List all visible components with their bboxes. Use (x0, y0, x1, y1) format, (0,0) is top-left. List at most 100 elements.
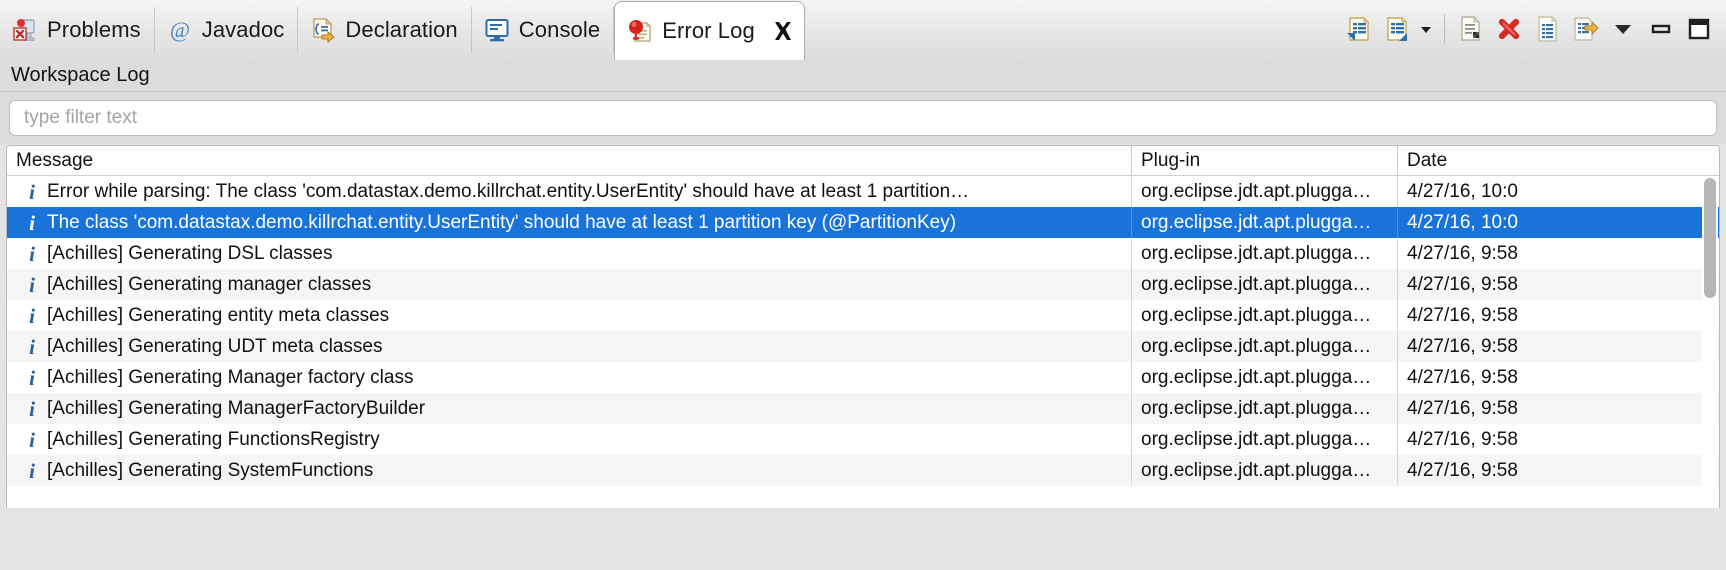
svg-text:@: @ (170, 17, 190, 42)
minimize-button[interactable] (1642, 10, 1680, 48)
vertical-scrollbar[interactable] (1702, 176, 1718, 541)
column-header-label: Plug-in (1141, 149, 1201, 171)
cell-date: 4/27/16, 10:0 (1397, 207, 1697, 238)
cell-message: [Achilles] Generating manager classes (47, 273, 372, 295)
close-icon[interactable] (772, 20, 794, 42)
cell-plugin: org.eclipse.jdt.apt.plugga… (1131, 300, 1397, 331)
cell-date: 4/27/16, 9:58 (1397, 269, 1697, 300)
restore-log-button[interactable] (1566, 10, 1604, 48)
cell-plugin: org.eclipse.jdt.apt.plugga… (1131, 424, 1397, 455)
toolbar-separator (1444, 14, 1445, 44)
column-header-label: Date (1407, 149, 1448, 171)
maximize-button[interactable] (1680, 10, 1718, 48)
tab-label: Declaration (345, 17, 458, 42)
column-date[interactable]: Date (1397, 146, 1719, 175)
cell-message: Error while parsing: The class 'com.data… (47, 180, 970, 202)
cell-plugin: org.eclipse.jdt.apt.plugga… (1131, 176, 1397, 207)
table-row[interactable]: i [Achilles] Generating SystemFunctions or… (7, 455, 1719, 486)
cell-message: [Achilles] Generating SystemFunctions (47, 459, 374, 481)
clear-log-viewer-icon (1456, 14, 1486, 44)
cell-date: 4/27/16, 9:58 (1397, 455, 1697, 486)
log-table: Message Plug-in Date i Error while parsing:… (6, 145, 1720, 563)
table-header: Message Plug-in Date (7, 146, 1719, 176)
error-log-view: Problems @ Javadoc Declaration Console Error … (0, 0, 1726, 570)
page-title: Workspace Log (11, 63, 150, 86)
minimize-icon (1650, 18, 1672, 40)
tab-label: Problems (47, 17, 141, 42)
cell-date: 4/27/16, 9:58 (1397, 424, 1697, 455)
table-row[interactable]: i [Achilles] Generating Manager factory c… (7, 362, 1719, 393)
cell-message: [Achilles] Generating entity meta classe… (47, 304, 390, 326)
error-log-icon (627, 18, 653, 44)
cell-message: [Achilles] Generating ManagerFactoryBuil… (47, 397, 426, 419)
cell-message: [Achilles] Generating UDT meta classes (47, 335, 383, 357)
tab-label: Console (518, 17, 601, 42)
cell-message: [Achilles] Generating DSL classes (47, 242, 333, 264)
form-header: Workspace Log (0, 59, 1726, 92)
export-log-button[interactable] (1339, 10, 1377, 48)
table-row[interactable]: i [Achilles] Generating ManagerFactoryBui… (7, 393, 1719, 424)
vertical-scrollbar-thumb[interactable] (1704, 178, 1716, 298)
export-log-icon (1343, 14, 1373, 44)
import-log-button[interactable] (1377, 10, 1415, 48)
declaration-icon (310, 17, 336, 43)
view-toolbar (1339, 0, 1718, 58)
table-row[interactable]: i [Achilles] Generating manager classes or… (7, 269, 1719, 300)
import-log-icon (1381, 14, 1411, 44)
cell-plugin: org.eclipse.jdt.apt.plugga… (1131, 331, 1397, 362)
view-menu-button[interactable] (1604, 10, 1642, 48)
console-icon (484, 17, 510, 43)
error-log-body: Workspace Log Message Plug-in Date iError … (0, 59, 1726, 570)
table-body: i Error while parsing: The class 'com.dat… (7, 176, 1719, 541)
filter-bar (0, 92, 1726, 144)
delete-log-icon (1494, 14, 1524, 44)
column-header-label: Message (16, 149, 94, 171)
cell-plugin: org.eclipse.jdt.apt.plugga… (1131, 238, 1397, 269)
horizontal-scrollbar[interactable] (7, 540, 1719, 562)
view-tab-bar: Problems @ Javadoc Declaration Console Error … (0, 0, 1726, 60)
table-row[interactable]: i Error while parsing: The class 'com.dat… (7, 176, 1719, 207)
cell-date: 4/27/16, 10:0 (1397, 176, 1697, 207)
cell-plugin: org.eclipse.jdt.apt.plugga… (1131, 455, 1397, 486)
table-row[interactable]: i [Achilles] Generating FunctionsRegistry… (7, 424, 1719, 455)
cell-message: The class 'com.datastax.demo.killrchat.e… (47, 211, 957, 233)
search-input[interactable] (9, 100, 1717, 136)
open-log-icon (1532, 14, 1562, 44)
cell-plugin: org.eclipse.jdt.apt.plugga… (1131, 362, 1397, 393)
column-message[interactable]: Message (7, 146, 1131, 175)
chevron-down-icon (1419, 22, 1433, 36)
clear-log-viewer-button[interactable] (1452, 10, 1490, 48)
cell-plugin: org.eclipse.jdt.apt.plugga… (1131, 269, 1397, 300)
view-menu-icon (1612, 18, 1634, 40)
cell-plugin: org.eclipse.jdt.apt.plugga… (1131, 393, 1397, 424)
cell-date: 4/27/16, 9:58 (1397, 238, 1697, 269)
table-row[interactable]: i [Achilles] Generating entity meta class… (7, 300, 1719, 331)
cell-date: 4/27/16, 9:58 (1397, 300, 1697, 331)
tab-console[interactable]: Console (472, 7, 615, 53)
tab-strip: Problems @ Javadoc Declaration Console Error … (0, 0, 805, 60)
maximize-icon (1687, 17, 1711, 41)
tab-javadoc[interactable]: @ Javadoc (155, 7, 299, 53)
tab-problems[interactable]: Problems (0, 7, 155, 53)
problems-icon (12, 17, 38, 43)
cell-date: 4/27/16, 9:58 (1397, 331, 1697, 362)
horizontal-scrollbar-thumb[interactable] (12, 546, 1688, 558)
tab-error-log[interactable]: Error Log (614, 1, 805, 60)
restore-log-icon (1570, 14, 1600, 44)
table-row[interactable]: i [Achilles] Generating UDT meta classes o… (7, 331, 1719, 362)
table-row[interactable]: i The class 'com.datastax.demo.killrchat.… (7, 207, 1719, 238)
tab-label: Javadoc (201, 17, 285, 42)
import-log-menu-button[interactable] (1415, 10, 1437, 48)
tab-declaration[interactable]: Declaration (298, 7, 472, 53)
delete-log-button[interactable] (1490, 10, 1528, 48)
cell-message: [Achilles] Generating FunctionsRegistry (47, 428, 380, 450)
cell-message: [Achilles] Generating Manager factory cl… (47, 366, 414, 388)
cell-plugin: org.eclipse.jdt.apt.plugga… (1131, 207, 1397, 238)
column-plugin[interactable]: Plug-in (1131, 146, 1397, 175)
javadoc-at-icon: @ (167, 17, 193, 43)
tab-label: Error Log (662, 18, 755, 43)
cell-date: 4/27/16, 9:58 (1397, 362, 1697, 393)
open-log-button[interactable] (1528, 10, 1566, 48)
cell-date: 4/27/16, 9:58 (1397, 393, 1697, 424)
table-row[interactable]: i [Achilles] Generating DSL classes org.ec… (7, 238, 1719, 269)
